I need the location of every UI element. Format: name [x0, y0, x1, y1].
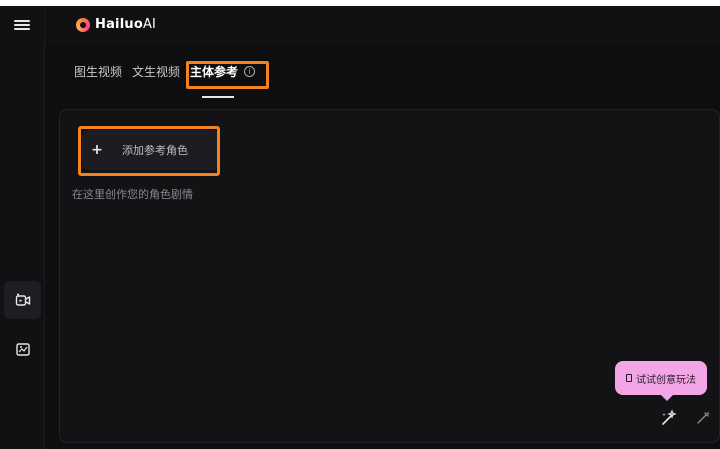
- image-to-video-icon: [15, 343, 30, 356]
- magic-wand-icon[interactable]: [660, 409, 678, 427]
- creative-tip-tooltip[interactable]: 试试创意玩法: [615, 361, 707, 401]
- prompt-enhance-icon[interactable]: [695, 410, 711, 426]
- logo[interactable]: HailuoAI: [76, 17, 156, 32]
- sidebar: [0, 46, 45, 449]
- highlight-box-add-reference: [78, 126, 220, 176]
- app-window: HailuoAI 图生视频 文生视频 主体参考 i + 添加参考角色 在这里创作…: [0, 6, 720, 449]
- active-tab-indicator: [202, 96, 234, 98]
- video-generate-icon: [15, 293, 30, 306]
- divider: [44, 6, 45, 46]
- tooltip-label: 试试创意玩法: [636, 374, 696, 386]
- tab-text-to-video[interactable]: 文生视频: [132, 63, 180, 80]
- brand-name: HailuoAI: [95, 17, 157, 32]
- tip-icon: [626, 374, 632, 382]
- tab-image-to-video[interactable]: 图生视频: [74, 63, 122, 80]
- prompt-input[interactable]: 在这里创作您的角色剧情: [72, 186, 193, 202]
- top-bar: HailuoAI: [0, 6, 720, 46]
- sidebar-item-image-to-video[interactable]: [4, 330, 41, 368]
- menu-icon[interactable]: [14, 18, 30, 34]
- hailuo-logo-icon: [76, 17, 90, 32]
- sidebar-item-video[interactable]: [4, 281, 41, 319]
- highlight-box-tab: [186, 61, 269, 89]
